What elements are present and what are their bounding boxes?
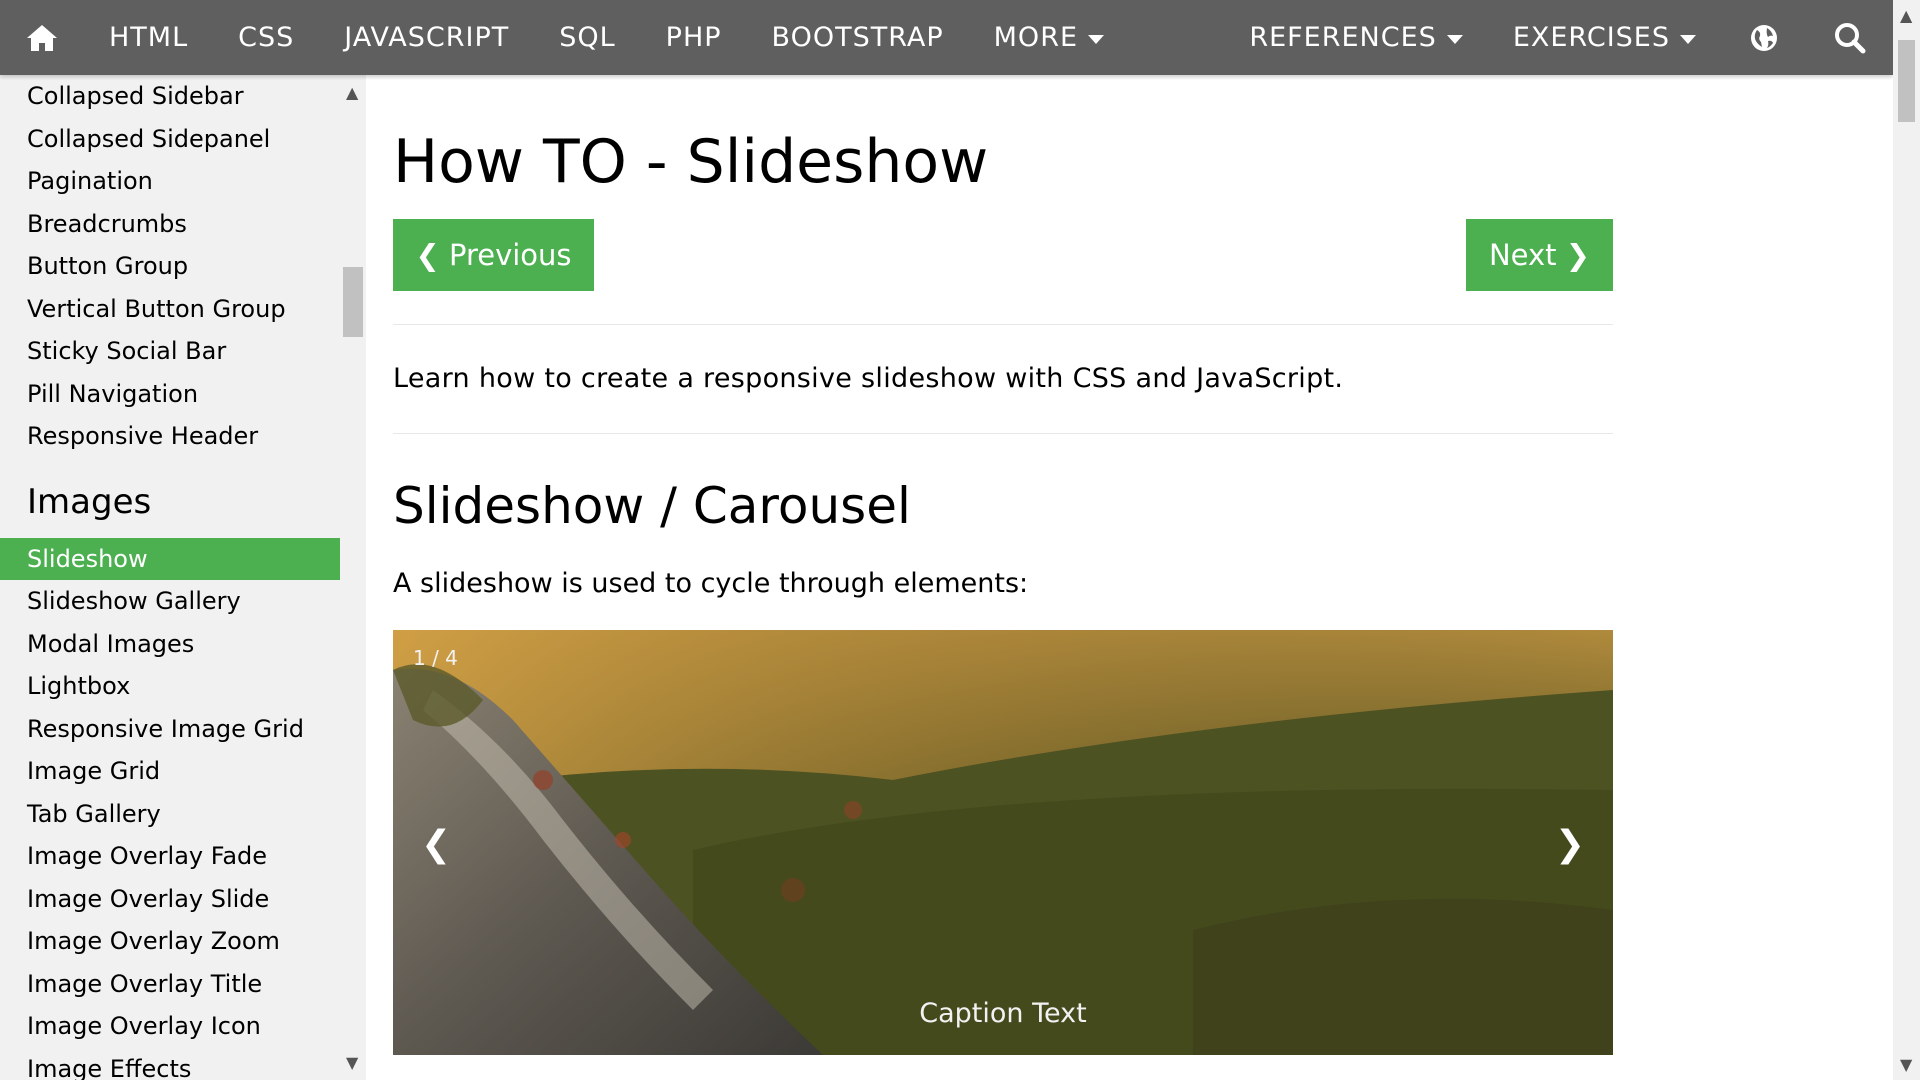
section-description: A slideshow is used to cycle through ele… [393, 568, 1029, 599]
sidebar-item-slideshow[interactable]: Slideshow [0, 537, 340, 580]
sidebar-item-breadcrumbs[interactable]: Breadcrumbs [0, 203, 340, 246]
page-title: How TO - Slideshow [393, 127, 989, 197]
slide-caption: Caption Text [919, 998, 1087, 1029]
caret-down-icon [1446, 34, 1463, 44]
nav-more-dropdown[interactable]: MORE [969, 0, 1129, 75]
divider [393, 324, 1613, 325]
main-content: How TO - Slideshow ❮ Previous Next ❯ Lea… [393, 75, 1613, 1055]
slide-image [393, 630, 1613, 1055]
sidebar-list: Collapsed Sidebar Collapsed Sidepanel Pa… [0, 75, 340, 1080]
home-button[interactable] [0, 0, 84, 75]
sidebar-item-responsive-image-grid[interactable]: Responsive Image Grid [0, 708, 340, 751]
divider [393, 433, 1613, 434]
sidebar-item-vertical-button-group[interactable]: Vertical Button Group [0, 288, 340, 331]
nav-sql[interactable]: SQL [534, 0, 640, 75]
search-button[interactable] [1807, 0, 1893, 75]
slide-number: 1 / 4 [413, 646, 458, 670]
caret-down-icon [1088, 34, 1105, 44]
sidebar-item-slideshow-gallery[interactable]: Slideshow Gallery [0, 580, 340, 623]
next-button[interactable]: Next ❯ [1466, 219, 1613, 291]
slide-prev-arrow[interactable]: ❮ [409, 820, 463, 869]
pager-row: ❮ Previous Next ❯ [393, 219, 1613, 291]
previous-button[interactable]: ❮ Previous [393, 219, 594, 291]
sidebar-item-sticky-social-bar[interactable]: Sticky Social Bar [0, 330, 340, 373]
page-scrollbar[interactable]: ▲ ▼ [1893, 0, 1920, 1080]
sidebar-item-image-effects[interactable]: Image Effects [0, 1048, 340, 1080]
sidebar-section-images: Images [27, 481, 152, 522]
nav-exercises-label: EXERCISES [1512, 22, 1670, 53]
nav-bootstrap[interactable]: BOOTSTRAP [747, 0, 969, 75]
slide-next-arrow[interactable]: ❯ [1543, 820, 1597, 869]
nav-php[interactable]: PHP [641, 0, 747, 75]
slideshow-container: 1 / 4 ❮ ❯ Caption Text [393, 630, 1613, 1055]
nav-more-label: MORE [993, 22, 1079, 53]
sidebar-item-responsive-header[interactable]: Responsive Header [0, 415, 340, 458]
sidebar-item-image-overlay-slide[interactable]: Image Overlay Slide [0, 878, 340, 921]
search-icon [1835, 22, 1866, 53]
sidebar-item-collapsed-sidepanel[interactable]: Collapsed Sidepanel [0, 118, 340, 161]
globe-icon [1751, 24, 1777, 51]
scroll-down-icon[interactable]: ▼ [346, 1053, 358, 1072]
sidebar-item-lightbox[interactable]: Lightbox [0, 665, 340, 708]
nav-html[interactable]: HTML [84, 0, 213, 75]
nav-references-dropdown[interactable]: REFERENCES [1224, 0, 1487, 75]
sidebar-item-collapsed-sidebar[interactable]: Collapsed Sidebar [0, 75, 340, 118]
sidebar-item-modal-images[interactable]: Modal Images [0, 623, 340, 666]
scroll-up-icon[interactable]: ▲ [346, 83, 358, 102]
scroll-down-icon[interactable]: ▼ [1900, 1055, 1912, 1074]
scroll-up-icon[interactable]: ▲ [1900, 6, 1912, 25]
sidebar-item-button-group[interactable]: Button Group [0, 245, 340, 288]
sidebar-item-image-overlay-zoom[interactable]: Image Overlay Zoom [0, 920, 340, 963]
caret-down-icon [1680, 34, 1696, 44]
page-scrollbar-thumb[interactable] [1898, 40, 1915, 122]
top-navbar: HTML CSS JAVASCRIPT SQL PHP BOOTSTRAP MO… [0, 0, 1893, 75]
nav-references-label: REFERENCES [1249, 22, 1437, 53]
sidebar-item-image-grid[interactable]: Image Grid [0, 750, 340, 793]
intro-text: Learn how to create a responsive slidesh… [393, 363, 1344, 394]
nav-javascript[interactable]: JAVASCRIPT [319, 0, 534, 75]
sidebar-item-tab-gallery[interactable]: Tab Gallery [0, 793, 340, 836]
section-title: Slideshow / Carousel [393, 477, 911, 535]
sidebar-scrollbar-thumb[interactable] [343, 267, 363, 337]
sidebar-item-pagination[interactable]: Pagination [0, 160, 340, 203]
sidebar-item-image-overlay-title[interactable]: Image Overlay Title [0, 963, 340, 1006]
nav-exercises-dropdown[interactable]: EXERCISES [1488, 0, 1721, 75]
sidebar-item-image-overlay-fade[interactable]: Image Overlay Fade [0, 835, 340, 878]
home-icon [27, 24, 57, 51]
translate-button[interactable] [1721, 0, 1807, 75]
sidebar-scrollbar[interactable]: ▲ ▼ [340, 75, 366, 1080]
sidebar-item-pill-navigation[interactable]: Pill Navigation [0, 373, 340, 416]
sidebar-item-image-overlay-icon[interactable]: Image Overlay Icon [0, 1005, 340, 1048]
sidebar: Collapsed Sidebar Collapsed Sidepanel Pa… [0, 75, 366, 1080]
nav-css[interactable]: CSS [213, 0, 319, 75]
